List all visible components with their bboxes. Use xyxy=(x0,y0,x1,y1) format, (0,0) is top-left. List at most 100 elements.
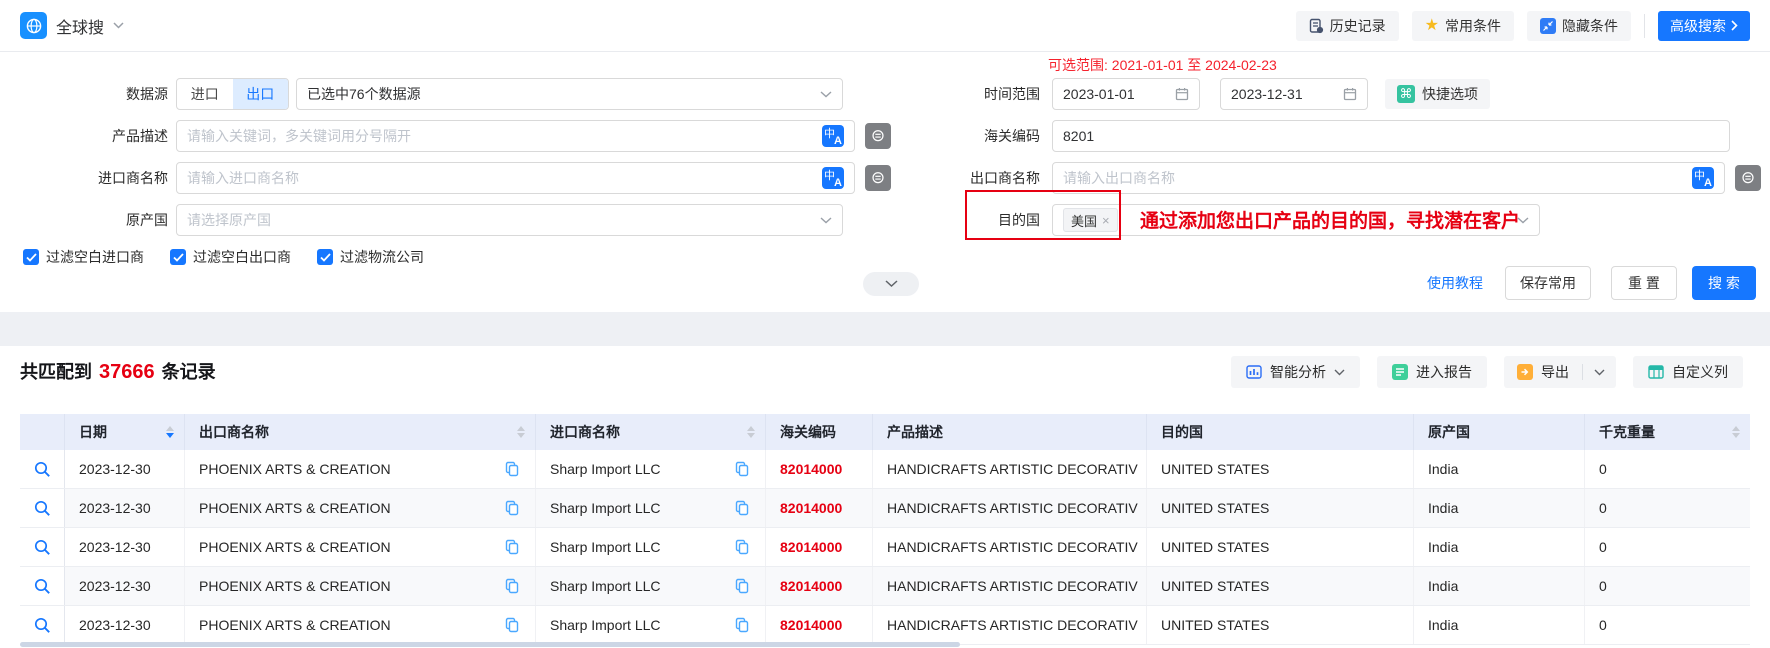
advanced-search-label: 高级搜索 xyxy=(1670,16,1726,36)
cell-exporter: PHOENIX ARTS & CREATION xyxy=(199,617,391,633)
exact-match-icon[interactable]: ⊜ xyxy=(865,165,891,191)
copy-icon[interactable] xyxy=(505,617,519,633)
expand-more-button[interactable] xyxy=(863,272,919,296)
cell-hs-code[interactable]: 82014000 xyxy=(780,500,842,516)
hs-code-input[interactable]: 8201 xyxy=(1052,120,1730,152)
filter-label: 过滤空白进口商 xyxy=(46,247,144,267)
translate-icon[interactable]: 中A xyxy=(1692,167,1714,189)
end-date-value: 2023-12-31 xyxy=(1231,86,1303,102)
quick-options-label: 快捷选项 xyxy=(1422,84,1478,104)
origin-country-select[interactable]: 请选择原产国 xyxy=(176,204,843,236)
col-header-hs-code: 海关编码 xyxy=(766,414,873,450)
cell-origin: India xyxy=(1428,539,1458,555)
import-tab[interactable]: 进口 xyxy=(177,79,233,109)
copy-icon[interactable] xyxy=(735,500,749,516)
col-header-importer[interactable]: 进口商名称 xyxy=(536,414,766,450)
col-header-label: 目的国 xyxy=(1161,422,1203,442)
row-detail-magnifier-icon[interactable] xyxy=(34,461,51,478)
hide-conditions-button[interactable]: 隐藏条件 xyxy=(1527,11,1631,41)
importer-input[interactable]: 请输入进口商名称 中A xyxy=(176,162,855,194)
row-detail-magnifier-icon[interactable] xyxy=(34,578,51,595)
cell-hs-code[interactable]: 82014000 xyxy=(780,578,842,594)
row-detail-magnifier-icon[interactable] xyxy=(34,500,51,517)
col-header-weight[interactable]: 千克重量 xyxy=(1585,414,1750,450)
cell-origin: India xyxy=(1428,461,1458,477)
copy-icon[interactable] xyxy=(735,617,749,633)
exact-match-icon[interactable]: ⊜ xyxy=(1735,165,1761,191)
row-detail-magnifier-icon[interactable] xyxy=(34,617,51,634)
filter-label: 过滤物流公司 xyxy=(340,247,424,267)
row-detail-magnifier-icon[interactable] xyxy=(34,539,51,556)
cell-importer: Sharp Import LLC xyxy=(550,461,661,477)
cell-product: HANDICRAFTS ARTISTIC DECORATIV xyxy=(887,500,1138,516)
search-form: 可选范围: 2021-01-01 至 2024-02-23 数据源 进口 出口 … xyxy=(0,52,1770,312)
cell-hs-code[interactable]: 82014000 xyxy=(780,617,842,633)
copy-icon[interactable] xyxy=(735,461,749,477)
product-desc-input[interactable]: 请输入关键词，多关键词用分号隔开 中A xyxy=(176,120,855,152)
cell-product: HANDICRAFTS ARTISTIC DECORATIV xyxy=(887,578,1138,594)
product-desc-label: 产品描述 xyxy=(28,120,168,152)
copy-icon[interactable] xyxy=(505,500,519,516)
report-icon xyxy=(1392,364,1408,380)
sort-icon[interactable] xyxy=(747,426,755,438)
start-date-input[interactable]: 2023-01-01 xyxy=(1052,78,1200,110)
filter-blank-importer-checkbox[interactable]: 过滤空白进口商 xyxy=(23,247,144,267)
exact-match-icon[interactable]: ⊜ xyxy=(865,123,891,149)
sort-icon[interactable] xyxy=(166,426,174,438)
save-common-button[interactable]: 保存常用 xyxy=(1505,266,1591,300)
chevron-down-icon xyxy=(1334,369,1345,376)
sort-icon[interactable] xyxy=(517,426,525,438)
sort-icon[interactable] xyxy=(1732,426,1740,438)
exporter-label: 出口商名称 xyxy=(900,162,1040,194)
cell-hs-code[interactable]: 82014000 xyxy=(780,539,842,555)
copy-icon[interactable] xyxy=(735,578,749,594)
search-button[interactable]: 搜 索 xyxy=(1692,266,1756,300)
advanced-search-button[interactable]: 高级搜索 xyxy=(1658,11,1750,41)
copy-icon[interactable] xyxy=(505,539,519,555)
smart-analysis-button[interactable]: 智能分析 xyxy=(1231,356,1360,388)
export-tab[interactable]: 出口 xyxy=(233,79,289,109)
chevron-down-icon xyxy=(820,217,832,224)
history-button[interactable]: 历史记录 xyxy=(1296,11,1399,41)
command-icon: ⌘ xyxy=(1397,85,1415,103)
horizontal-scrollbar[interactable] xyxy=(20,642,960,647)
copy-icon[interactable] xyxy=(735,539,749,555)
copy-icon[interactable] xyxy=(505,578,519,594)
tutorial-link[interactable]: 使用教程 xyxy=(1427,266,1483,300)
col-header-exporter[interactable]: 出口商名称 xyxy=(185,414,536,450)
table-row: 2023-12-30 PHOENIX ARTS & CREATION Sharp… xyxy=(20,489,1750,528)
collapse-icon xyxy=(1540,18,1556,34)
col-header-origin: 原产国 xyxy=(1414,414,1585,450)
enter-report-button[interactable]: 进入报告 xyxy=(1377,356,1487,388)
cell-importer: Sharp Import LLC xyxy=(550,500,661,516)
divider xyxy=(1644,14,1645,38)
cell-exporter: PHOENIX ARTS & CREATION xyxy=(199,500,391,516)
table-columns-icon xyxy=(1648,364,1664,380)
exporter-input[interactable]: 请输入出口商名称 中A xyxy=(1052,162,1725,194)
export-label: 导出 xyxy=(1541,362,1569,382)
favorites-button[interactable]: ★ 常用条件 xyxy=(1412,11,1514,41)
quick-options-button[interactable]: ⌘ 快捷选项 xyxy=(1385,79,1490,109)
cell-hs-code[interactable]: 82014000 xyxy=(780,461,842,477)
cell-origin: India xyxy=(1428,617,1458,633)
export-button[interactable]: 导出 xyxy=(1504,356,1582,388)
custom-columns-button[interactable]: 自定义列 xyxy=(1633,356,1743,388)
export-options-button[interactable] xyxy=(1583,356,1616,388)
destination-tag-label: 美国 xyxy=(1071,211,1097,230)
cell-weight: 0 xyxy=(1599,461,1607,477)
translate-icon[interactable]: 中A xyxy=(822,125,844,147)
chevron-down-icon xyxy=(885,280,898,288)
reset-button[interactable]: 重 置 xyxy=(1611,266,1677,300)
data-source-select[interactable]: 已选中76个数据源 xyxy=(296,78,843,110)
filter-logistics-checkbox[interactable]: 过滤物流公司 xyxy=(317,247,424,267)
translate-icon[interactable]: 中A xyxy=(822,167,844,189)
copy-icon[interactable] xyxy=(505,461,519,477)
end-date-input[interactable]: 2023-12-31 xyxy=(1220,78,1368,110)
filter-blank-exporter-checkbox[interactable]: 过滤空白出口商 xyxy=(170,247,291,267)
cell-exporter: PHOENIX ARTS & CREATION xyxy=(199,539,391,555)
topbar-actions: 历史记录 ★ 常用条件 隐藏条件 高级搜索 xyxy=(1296,11,1750,41)
remove-tag-icon[interactable]: × xyxy=(1102,213,1110,228)
exporter-placeholder: 请输入出口商名称 xyxy=(1063,168,1175,188)
col-header-date[interactable]: 日期 xyxy=(65,414,185,450)
app-switcher[interactable]: 全球搜 xyxy=(20,12,124,39)
